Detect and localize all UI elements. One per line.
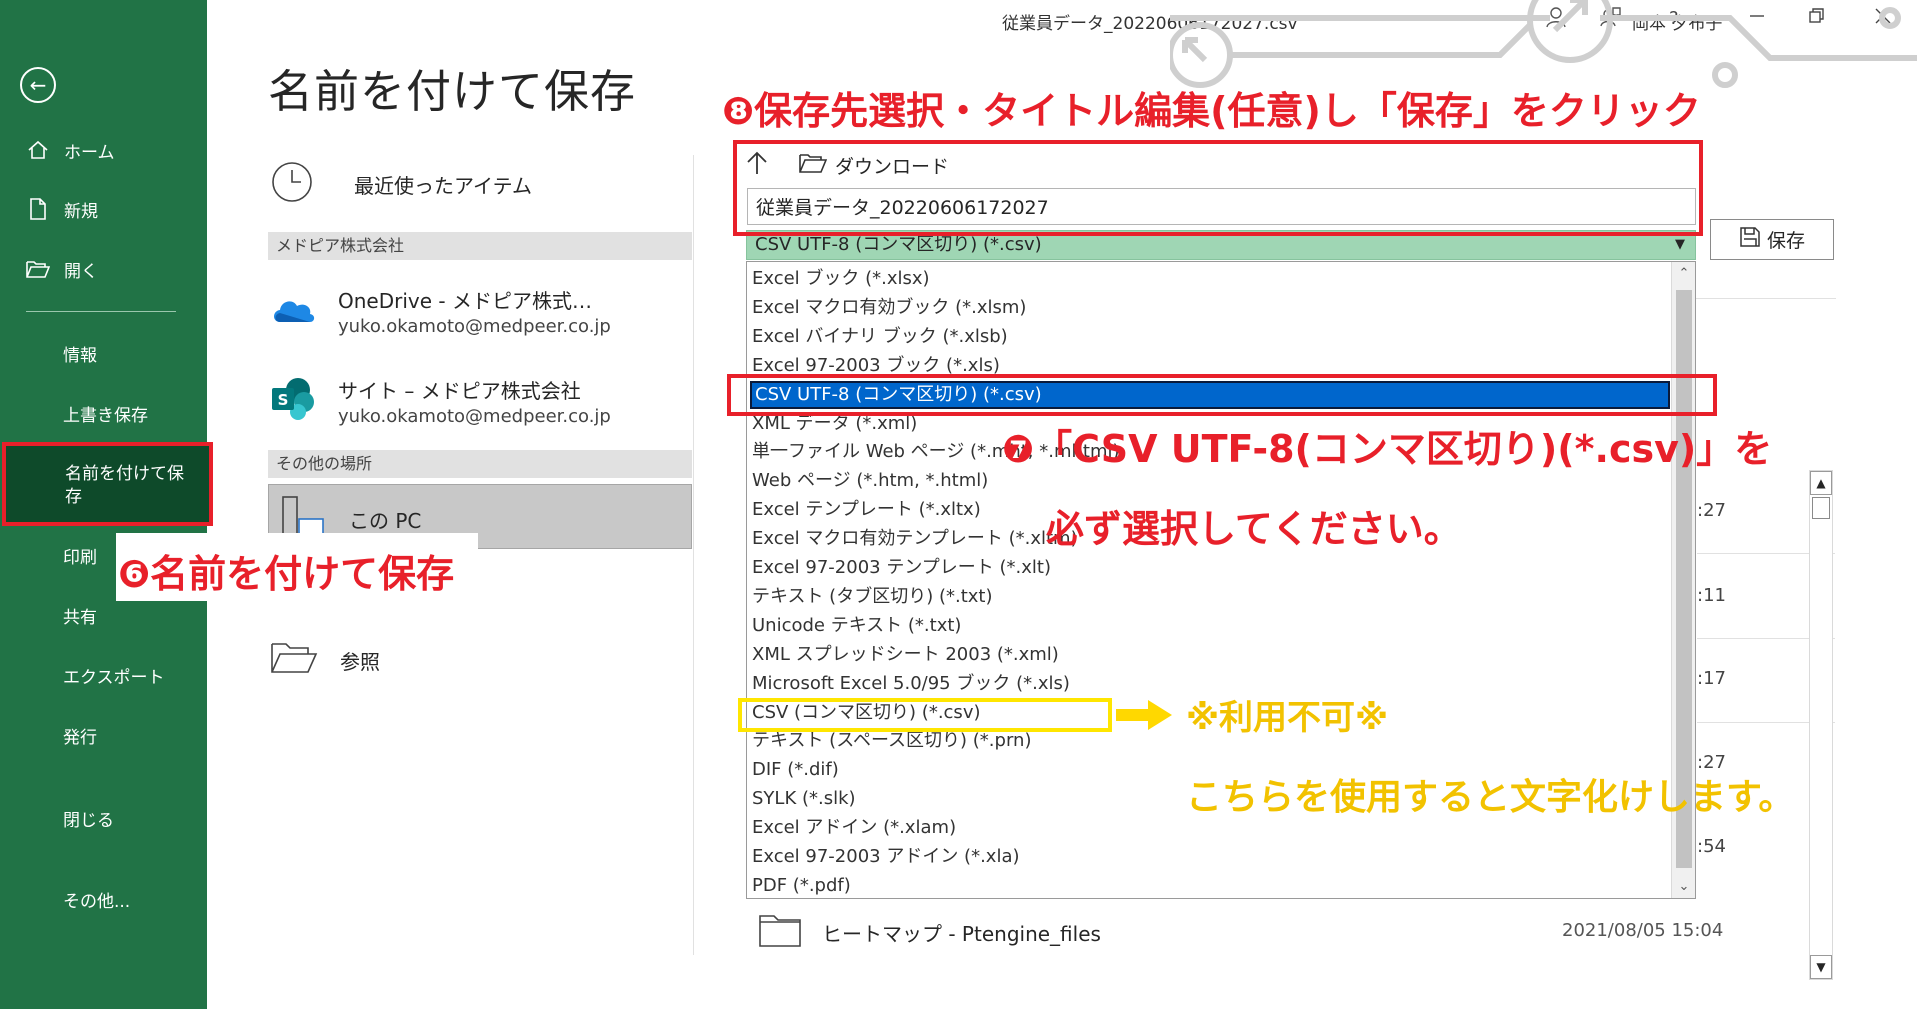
folder-icon [758,912,802,953]
right-arrow-icon [1114,698,1174,736]
file-list-scrollbar[interactable]: ▲ ▼ [1809,470,1833,980]
annotation-box-csv-utf8 [727,374,1717,416]
file-time: :11 [1697,585,1726,606]
back-arrow-icon[interactable]: ← [20,67,56,103]
file-date: 2021/08/05 15:04 [1562,920,1724,941]
annotation-warning: ※利用不可※ [1186,698,1389,738]
file-type-option[interactable]: Unicode テキスト (*.txt) [752,612,961,640]
sidebar-item-open[interactable]: 開く [0,245,207,293]
new-file-icon [26,198,50,220]
save-button-label: 保存 [1766,230,1805,252]
location-label: 最近使ったアイテム [354,173,532,198]
file-type-option[interactable]: Web ページ (*.htm, *.html) [752,467,988,495]
sidebar-item-label: ホーム [64,142,115,163]
sidebar-item-label: 上書き保存 [63,405,148,426]
file-time: :54 [1697,836,1726,857]
location-label: 参照 [340,649,380,674]
sidebar-item-label: 共有 [63,607,97,628]
sidebar-item-label: エクスポート [63,667,165,688]
file-type-option[interactable]: Excel マクロ有効ブック (*.xlsm) [752,294,1026,322]
file-type-option[interactable]: Excel ブック (*.xlsx) [752,265,930,293]
section-header-other: その他の場所 [268,450,692,478]
page-title: 名前を付けて保存 [268,65,637,118]
sidebar-item-label: 印刷 [63,547,97,568]
sidebar-item-label: 発行 [63,727,97,748]
sidebar-item-more[interactable]: その他... [0,875,207,923]
save-button[interactable]: 保存 [1710,219,1834,260]
sidebar-item-export[interactable]: エクスポート [0,651,207,699]
annotation-box-csv-unusable [738,698,1112,732]
pane-divider [693,155,694,955]
location-onedrive[interactable]: OneDrive - メドピア株式… yuko.okamoto@medpeer.… [270,285,611,337]
sidebar-item-label: 開く [64,261,98,282]
save-icon [1739,226,1761,253]
location-label: この PC [349,509,422,533]
backstage-sidebar: ← ホーム 新規 開く 情報 上書き保存 名前を付けて保存 印刷 共有 エクスポ… [0,0,213,1009]
sidebar-item-save[interactable]: 上書き保存 [0,389,207,437]
home-icon [26,139,50,161]
svg-text:S: S [278,391,289,409]
location-name: サイト – メドピア株式会社 [338,379,581,403]
scroll-thumb[interactable] [1812,497,1830,519]
file-type-option[interactable]: Excel 97-2003 テンプレート (*.xlt) [752,554,1051,582]
file-type-value: CSV UTF-8 (コンマ区切り) (*.csv) [755,234,1042,255]
sidebar-item-new[interactable]: 新規 [0,185,207,233]
file-type-option[interactable]: PDF (*.pdf) [752,872,851,898]
file-type-option[interactable]: SYLK (*.slk) [752,785,856,813]
file-type-option[interactable]: Excel マクロ有効テンプレート (*.xltm) [752,525,1078,553]
sidebar-item-save-as[interactable]: 名前を付けて保存 [2,442,213,526]
location-email: yuko.okamoto@medpeer.co.jp [338,406,611,427]
file-type-option[interactable]: Excel バイナリ ブック (*.xlsb) [752,323,1008,351]
file-time: :17 [1697,668,1726,689]
location-email: yuko.okamoto@medpeer.co.jp [338,316,611,337]
file-name: ヒートマップ - Ptengine_files [822,921,1101,946]
scroll-up-icon[interactable]: ▲ [1810,471,1832,495]
location-recent[interactable]: 最近使ったアイテム [270,160,532,208]
onedrive-cloud-icon [270,292,316,330]
file-time: :27 [1697,500,1726,521]
sharepoint-icon: S [270,376,316,426]
scroll-down-icon[interactable]: ⌄ [1672,879,1695,894]
file-type-option[interactable]: Microsoft Excel 5.0/95 ブック (*.xls) [752,670,1070,698]
location-browse[interactable]: 参照 [270,640,380,680]
sidebar-item-label: 閉じる [63,810,114,831]
file-type-option[interactable]: Excel アドイン (*.xlam) [752,814,956,842]
annotation-step-7-note: 必ず選択してください。 [1046,507,1462,551]
annotation-step-7: ❼「CSV UTF-8(コンマ区切り)(*.csv)」を [1002,427,1773,471]
sidebar-item-label: 情報 [63,345,97,366]
annotation-step-6: ❻名前を付けて保存 [118,552,455,596]
sidebar-item-info[interactable]: 情報 [0,329,207,377]
location-sharepoint[interactable]: S サイト – メドピア株式会社 yuko.okamoto@medpeer.co… [270,375,611,427]
location-name: OneDrive - メドピア株式… [338,289,592,313]
sidebar-divider [26,311,176,312]
sidebar-item-home[interactable]: ホーム [0,126,207,174]
scroll-down-icon[interactable]: ▼ [1810,955,1832,979]
circuit-decoration [1170,0,1917,88]
file-type-option[interactable]: Excel テンプレート (*.xltx) [752,496,981,524]
sidebar-item-label: 新規 [64,201,98,222]
folder-icon [270,640,318,680]
section-header-org: メドピア株式会社 [268,232,692,260]
file-type-option[interactable]: Excel 97-2003 アドイン (*.xla) [752,843,1020,871]
clock-icon [270,160,314,208]
annotation-box-save-location [733,140,1703,236]
annotation-step-8: ❽保存先選択・タイトル編集(任意)し「保存」をクリック [722,89,1701,133]
open-folder-icon [26,259,50,279]
sidebar-item-label: その他... [63,891,131,912]
file-type-option[interactable]: XML スプレッドシート 2003 (*.xml) [752,641,1059,669]
annotation-warning-detail: こちらを使用すると文字化けします。 [1186,777,1795,818]
sidebar-item-publish[interactable]: 発行 [0,711,207,759]
file-type-option[interactable]: テキスト (タブ区切り) (*.txt) [752,583,992,611]
sidebar-item-label: 名前を付けて保存 [65,464,184,507]
sidebar-item-close[interactable]: 閉じる [0,794,207,842]
file-type-option[interactable]: DIF (*.dif) [752,756,839,784]
scroll-up-icon[interactable]: ⌃ [1672,266,1695,281]
